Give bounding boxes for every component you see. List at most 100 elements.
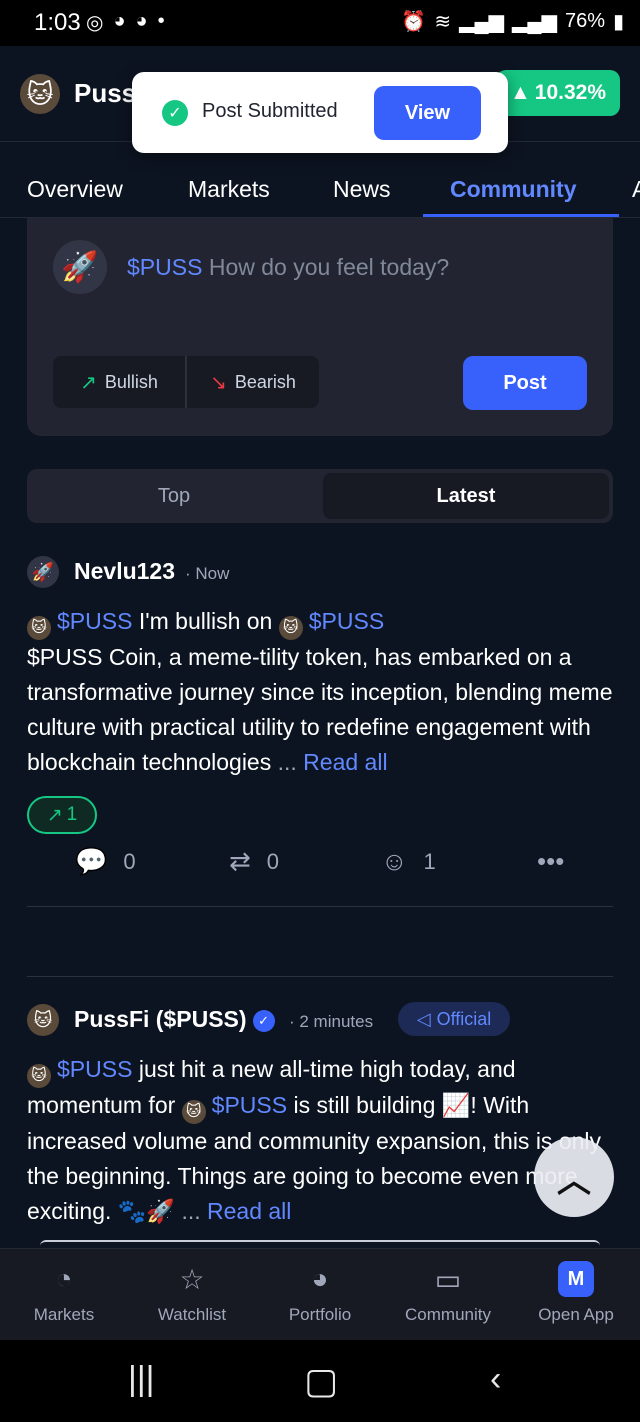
post-actions: 💬 0 ⇄ 0 ☺ 1 ••• xyxy=(27,846,613,886)
post-time: · 2 minutes xyxy=(289,1012,374,1031)
read-all-link[interactable]: Read all xyxy=(303,749,387,775)
read-all-link[interactable]: Read all xyxy=(207,1198,291,1224)
sentiment-selector: ↗ Bullish ↘ Bearish xyxy=(53,356,319,408)
chevron-up-icon: ︿ xyxy=(557,1161,591,1200)
top-toggle[interactable]: Top xyxy=(31,473,317,519)
view-button[interactable]: View xyxy=(374,86,481,140)
trend-up-icon: ↗ xyxy=(46,804,63,826)
signal-icon: ▂▄▆ xyxy=(459,11,505,33)
reaction-count: 1 xyxy=(423,848,436,874)
price-change-badge: ▲ 10.32% xyxy=(496,70,620,116)
tab-more[interactable]: A xyxy=(632,176,640,203)
author-avatar[interactable]: 🚀 xyxy=(27,556,59,588)
divider xyxy=(27,906,613,907)
system-navigation-bar: ||| ▢ ‹ xyxy=(0,1340,640,1422)
status-bar: 1:03 ◎ ◕ ◕ • ⏰ ≋ ▂▄▆ ▂▄▆ 76% ▮ xyxy=(0,0,640,46)
wifi-icon: ≋ xyxy=(434,11,452,33)
markets-icon: ◔ xyxy=(55,1263,73,1294)
paw-emoji-icon: 🐾 xyxy=(117,1198,147,1224)
alarm-icon: ⏰ xyxy=(401,11,427,33)
check-icon: ✓ xyxy=(162,100,188,126)
bullish-reaction-pill[interactable]: ↗ 1 xyxy=(27,796,97,834)
latest-toggle[interactable]: Latest xyxy=(323,473,609,519)
coin-logo-icon: 🐱 xyxy=(181,1100,206,1124)
more-button[interactable]: ••• xyxy=(537,846,564,877)
trend-down-icon: ↘ xyxy=(210,371,227,394)
cmc-app-icon: M xyxy=(558,1261,594,1297)
discord-icon: ◕ xyxy=(135,10,148,32)
whatsapp-icon: ◎ xyxy=(86,12,104,34)
post-input[interactable]: $PUSS How do you feel today? xyxy=(127,254,449,281)
notification-dot-icon: • xyxy=(157,10,165,32)
coin-logo-icon: 🐱 xyxy=(278,616,303,640)
back-icon[interactable]: ‹ xyxy=(490,1360,501,1399)
up-triangle-icon: ▲ xyxy=(509,81,531,104)
nav-markets[interactable]: ◔ Markets xyxy=(0,1261,128,1325)
post-body[interactable]: 🐱 $PUSS I'm bullish on 🐱 $PUSS $PUSS Coin,… xyxy=(27,604,627,780)
coin-name: Puss xyxy=(74,78,137,108)
pie-chart-icon: ◕ xyxy=(311,1263,329,1294)
signal-icon: ▂▄▆ xyxy=(512,11,557,33)
bearish-button[interactable]: ↘ Bearish xyxy=(185,356,319,408)
nav-open-app[interactable]: M Open App xyxy=(512,1261,640,1325)
verified-icon: ✓ xyxy=(252,1010,275,1032)
post-card: 🐱 PussFi ($PUSS) ✓ · 2 minutes ◁ Official… xyxy=(27,1002,613,1244)
repost-count: 0 xyxy=(266,848,280,874)
post-body[interactable]: 🐱 $PUSS just hit a new all-time high toda… xyxy=(27,1052,627,1229)
active-tab-indicator xyxy=(423,214,619,217)
coin-tabs: Overview Markets News Community A xyxy=(0,142,640,218)
scroll-to-top-button[interactable]: ︿ xyxy=(534,1137,614,1217)
composer-placeholder: How do you feel today? xyxy=(208,254,450,280)
reaction-button[interactable]: ☺ 1 xyxy=(381,846,436,877)
bullish-label: Bullish xyxy=(104,371,158,392)
post-button[interactable]: Post xyxy=(463,356,587,410)
smiley-add-icon: ☺ xyxy=(381,846,408,876)
author-name[interactable]: PussFi ($PUSS) ✓ xyxy=(74,1006,275,1033)
feed-toggle: Top Latest xyxy=(27,469,613,523)
user-avatar: 🚀 xyxy=(53,240,107,294)
battery-icon: ▮ xyxy=(612,11,624,33)
official-badge: ◁ Official xyxy=(398,1002,510,1036)
comment-button[interactable]: 💬 0 xyxy=(75,846,136,877)
coin-logo-icon: 🐱 xyxy=(27,616,51,640)
battery-level: 76% xyxy=(564,10,605,32)
author-name[interactable]: Nevlu123 xyxy=(74,558,175,585)
megaphone-icon: ◁ xyxy=(416,1008,431,1029)
post-time: · Now xyxy=(185,564,230,583)
coin-tag[interactable]: $PUSS xyxy=(309,608,384,634)
coin-tag[interactable]: $PUSS xyxy=(212,1092,287,1118)
comment-count: 0 xyxy=(123,848,136,874)
repost-icon: ⇄ xyxy=(229,846,251,876)
coin-logo-icon: 🐱 xyxy=(20,74,60,114)
post-submitted-toast: ✓ Post Submitted View xyxy=(132,72,508,153)
star-icon: ☆ xyxy=(179,1263,205,1295)
recent-apps-icon[interactable]: ||| xyxy=(128,1360,155,1399)
tab-community[interactable]: Community xyxy=(450,176,577,203)
post-card: 🚀 Nevlu123 · Now 🐱 $PUSS I'm bullish on 🐱… xyxy=(27,556,613,856)
home-icon[interactable]: ▢ xyxy=(304,1360,338,1402)
divider xyxy=(27,976,613,977)
status-time: 1:03 xyxy=(34,9,81,36)
tab-markets[interactable]: Markets xyxy=(188,176,270,203)
nav-watchlist[interactable]: ☆ Watchlist xyxy=(128,1261,256,1325)
price-change-value: 10.32% xyxy=(534,81,607,104)
tab-overview[interactable]: Overview xyxy=(27,176,123,203)
rocket-emoji-icon: 🚀 xyxy=(146,1198,176,1224)
bottom-nav: ◔ Markets ☆ Watchlist ◕ Portfolio ▭ Comm… xyxy=(0,1248,640,1340)
discord-icon: ◕ xyxy=(113,10,126,32)
author-avatar[interactable]: 🐱 xyxy=(27,1004,59,1036)
toast-message: Post Submitted xyxy=(202,100,338,122)
coin-logo-icon: 🐱 xyxy=(27,1064,51,1088)
post-composer: 🚀 $PUSS How do you feel today? ↗ Bullish… xyxy=(27,218,613,436)
chat-icon: ▭ xyxy=(434,1263,462,1295)
coin-tag[interactable]: $PUSS xyxy=(57,1056,132,1082)
bearish-label: Bearish xyxy=(234,371,296,392)
trend-up-icon: ↗ xyxy=(80,371,97,394)
coin-tag[interactable]: $PUSS xyxy=(57,608,132,634)
nav-community[interactable]: ▭ Community xyxy=(384,1261,512,1325)
composer-coin-tag: $PUSS xyxy=(127,254,203,280)
bullish-button[interactable]: ↗ Bullish xyxy=(53,356,185,408)
repost-button[interactable]: ⇄ 0 xyxy=(229,846,279,877)
nav-portfolio[interactable]: ◕ Portfolio xyxy=(256,1261,384,1325)
tab-news[interactable]: News xyxy=(333,176,391,203)
